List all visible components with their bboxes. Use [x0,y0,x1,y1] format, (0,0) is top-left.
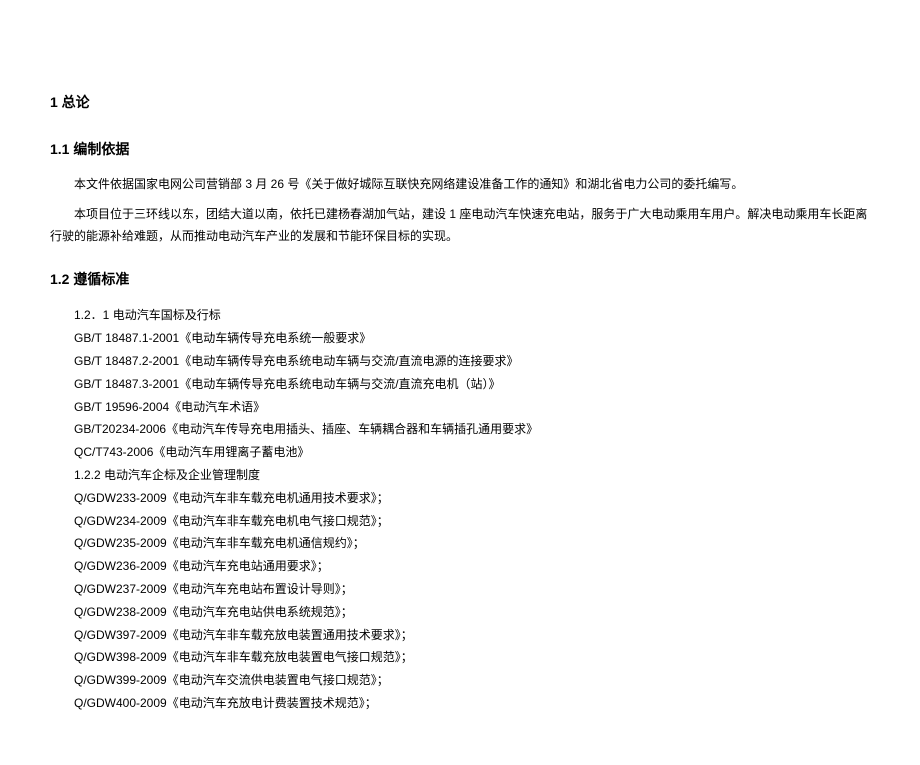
heading-level-1: 1 总论 [50,90,870,115]
list-item: Q/GDW399-2009《电动汽车交流供电装置电气接口规范》； [74,669,870,692]
standards-list-enterprise: Q/GDW233-2009《电动汽车非车载充电机通用技术要求》； Q/GDW23… [50,487,870,715]
heading-1-2: 1.2 遵循标准 [50,267,870,292]
list-item: Q/GDW235-2009《电动汽车非车载充电机通信规约》； [74,532,870,555]
list-item: Q/GDW234-2009《电动汽车非车载充电机电气接口规范》； [74,510,870,533]
list-item: GB/T 18487.2-2001《电动车辆传导充电系统电动车辆与交流/直流电源… [74,350,870,373]
list-item: GB/T20234-2006《电动汽车传导充电用插头、插座、车辆耦合器和车辆插孔… [74,418,870,441]
subheading-1-2-2: 1.2.2 电动汽车企标及企业管理制度 [50,464,870,487]
subheading-1-2-1: 1.2．1 电动汽车国标及行标 [50,304,870,327]
list-item: GB/T 18487.1-2001《电动车辆传导充电系统一般要求》 [74,327,870,350]
list-item: QC/T743-2006《电动汽车用锂离子蓄电池》 [74,441,870,464]
list-item: Q/GDW238-2009《电动汽车充电站供电系统规范》； [74,601,870,624]
list-item: Q/GDW233-2009《电动汽车非车载充电机通用技术要求》； [74,487,870,510]
heading-1-1: 1.1 编制依据 [50,137,870,162]
standards-list-national: GB/T 18487.1-2001《电动车辆传导充电系统一般要求》 GB/T 1… [50,327,870,464]
paragraph: 本文件依据国家电网公司营销部 3 月 26 号《关于做好城际互联快充网络建设准备… [50,174,870,196]
list-item: Q/GDW397-2009《电动汽车非车载充放电装置通用技术要求》； [74,624,870,647]
list-item: Q/GDW237-2009《电动汽车充电站布置设计导则》； [74,578,870,601]
list-item: Q/GDW400-2009《电动汽车充放电计费装置技术规范》； [74,692,870,715]
list-item: GB/T 19596-2004《电动汽车术语》 [74,396,870,419]
list-item: Q/GDW398-2009《电动汽车非车载充放电装置电气接口规范》； [74,646,870,669]
section-1-1: 1.1 编制依据 本文件依据国家电网公司营销部 3 月 26 号《关于做好城际互… [50,137,870,247]
list-item: Q/GDW236-2009《电动汽车充电站通用要求》； [74,555,870,578]
paragraph: 本项目位于三环线以东，团结大道以南，依托已建杨春湖加气站，建设 1 座电动汽车快… [50,204,870,247]
section-1-2: 1.2 遵循标准 1.2．1 电动汽车国标及行标 GB/T 18487.1-20… [50,267,870,715]
list-item: GB/T 18487.3-2001《电动车辆传导充电系统电动车辆与交流/直流充电… [74,373,870,396]
